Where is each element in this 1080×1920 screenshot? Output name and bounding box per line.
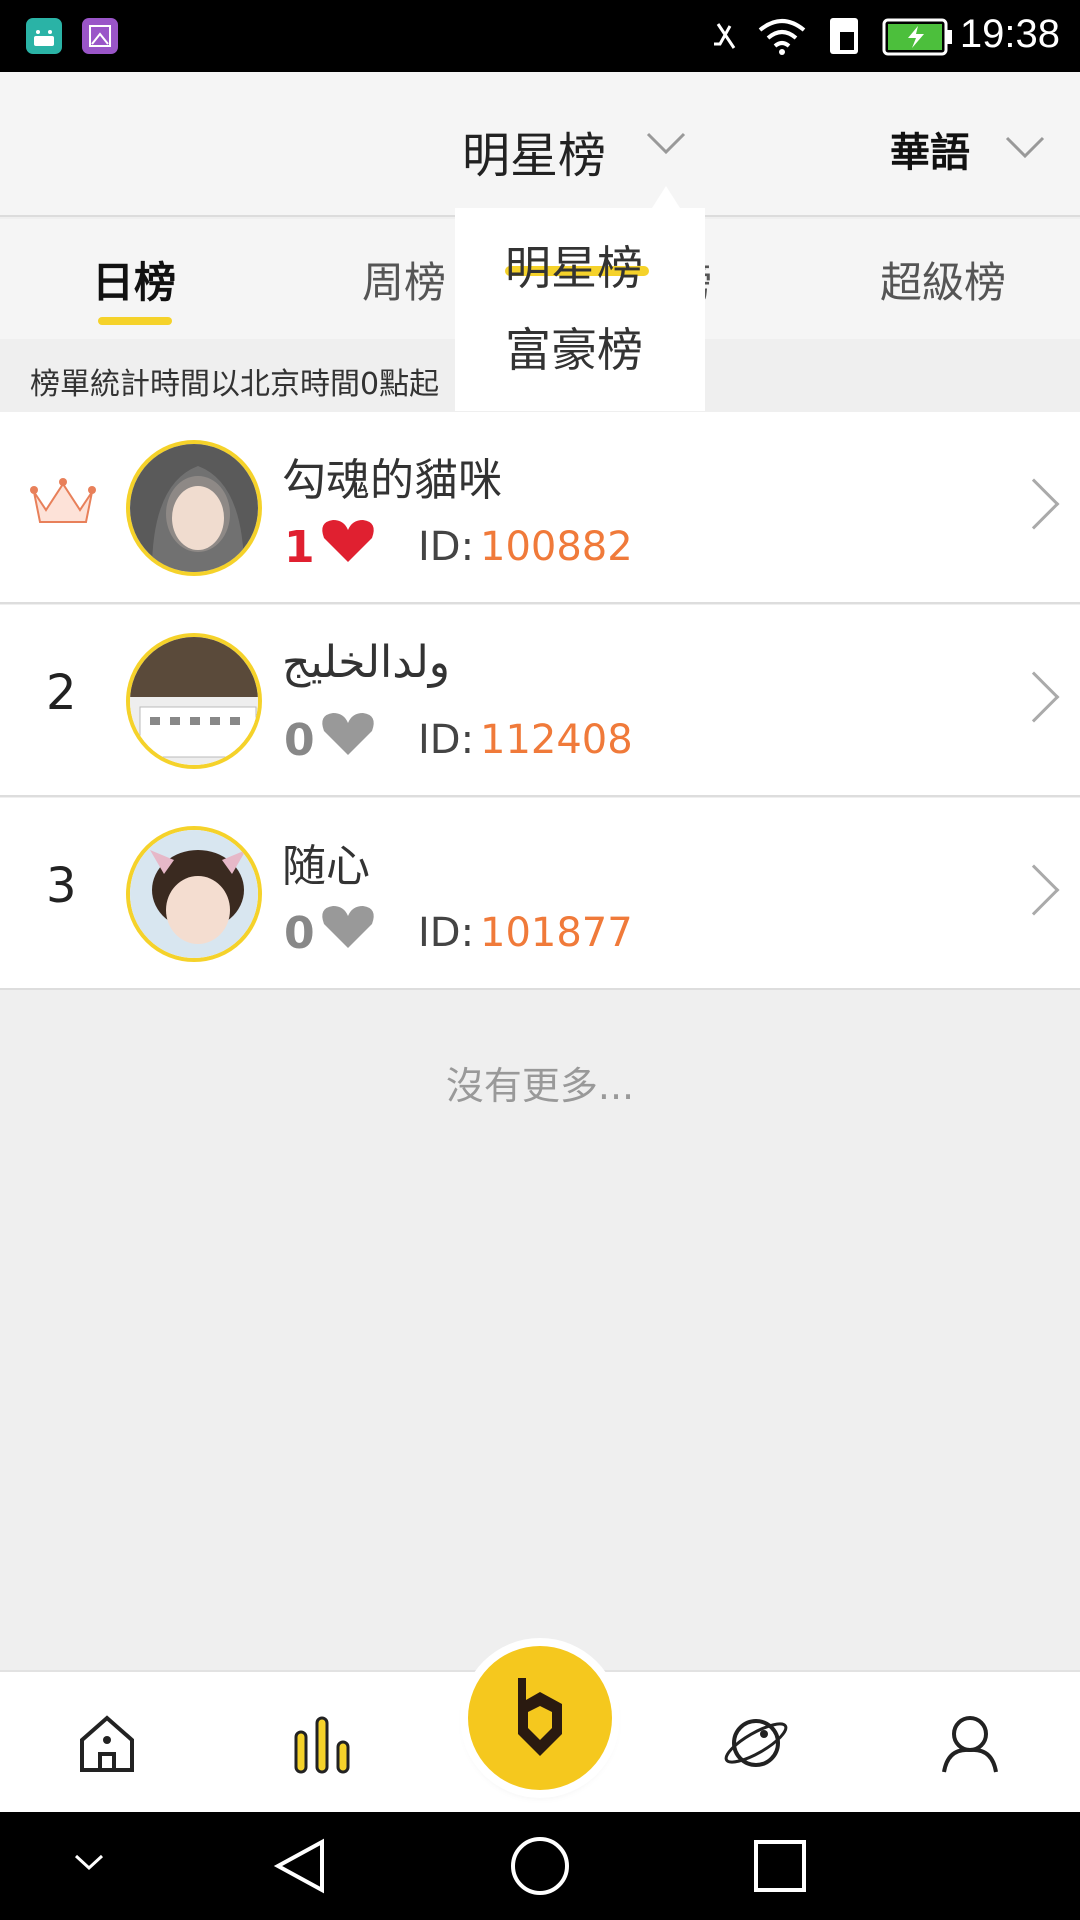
user-name: 随心 xyxy=(282,841,370,892)
tab-super[interactable]: 超級榜 xyxy=(880,249,1006,310)
back-icon[interactable] xyxy=(272,1836,328,1896)
ranking-type-dropdown: 明星榜 富豪榜 xyxy=(455,208,705,411)
live-center-icon xyxy=(518,1678,562,1756)
heart-icon xyxy=(322,906,374,948)
level-number: 1 xyxy=(284,522,315,573)
chevron-down-icon[interactable] xyxy=(645,130,687,156)
avatar[interactable] xyxy=(126,633,262,769)
clock: 19:38 xyxy=(959,12,1060,56)
avatar[interactable] xyxy=(126,440,262,576)
android-icon xyxy=(26,18,62,54)
tab-active-indicator xyxy=(98,317,172,325)
dropdown-item-rich[interactable]: 富豪榜 xyxy=(505,314,643,380)
recents-icon[interactable] xyxy=(752,1838,808,1894)
user-id: 112408 xyxy=(480,717,633,763)
chart-icon[interactable] xyxy=(290,1712,354,1774)
top-header: 明星榜 華語 xyxy=(0,72,1080,217)
chevron-right-icon[interactable] xyxy=(1008,864,1060,916)
no-more-text: 沒有更多... xyxy=(445,1064,635,1108)
level-number: 0 xyxy=(284,908,315,959)
hide-keyboard-icon[interactable] xyxy=(74,1852,104,1872)
home-icon[interactable] xyxy=(76,1712,138,1774)
rank-number: 2 xyxy=(46,665,77,721)
sim-icon xyxy=(830,18,858,54)
language-chevron-icon[interactable] xyxy=(1004,134,1046,160)
list-item[interactable]: 2 ولدالخليج 0 ID: 112408 xyxy=(0,605,1080,797)
mute-icon xyxy=(714,23,736,49)
tab-daily[interactable]: 日榜 xyxy=(92,249,176,310)
list-item[interactable]: 勾魂的貓咪 1 ID: 100882 xyxy=(0,412,1080,604)
user-id: 101877 xyxy=(480,910,633,956)
home-circle-icon[interactable] xyxy=(508,1834,572,1898)
level-number: 0 xyxy=(284,715,315,766)
notice-text: 榜單統計時間以北京時間0點起 xyxy=(30,367,440,402)
language-selector[interactable]: 華語 xyxy=(890,120,970,178)
dropdown-item-star[interactable]: 明星榜 xyxy=(505,232,643,298)
tab-weekly[interactable]: 周榜 xyxy=(362,249,446,310)
user-name: ولدالخليج xyxy=(282,637,451,688)
id-label: ID: xyxy=(418,524,475,570)
heart-icon xyxy=(322,713,374,755)
live-center-button[interactable] xyxy=(468,1646,612,1790)
dropdown-pointer xyxy=(652,186,680,208)
chevron-right-icon[interactable] xyxy=(1008,478,1060,530)
id-label: ID: xyxy=(418,717,475,763)
user-name: 勾魂的貓咪 xyxy=(282,455,502,506)
crown-icon xyxy=(30,478,96,523)
user-id: 100882 xyxy=(480,524,633,570)
rank-number: 3 xyxy=(46,858,77,914)
id-label: ID: xyxy=(418,910,475,956)
list-item[interactable]: 3 随心 0 ID: 101877 xyxy=(0,798,1080,990)
chevron-right-icon[interactable] xyxy=(1008,671,1060,723)
status-bar: 19:38 xyxy=(0,0,1080,72)
profile-icon[interactable] xyxy=(940,1712,1000,1774)
page-title[interactable]: 明星榜 xyxy=(462,116,606,186)
system-nav-bar xyxy=(0,1812,1080,1920)
heart-icon xyxy=(322,520,374,562)
battery-charging-icon xyxy=(882,18,952,56)
wifi-icon xyxy=(758,19,806,55)
planet-icon[interactable] xyxy=(724,1712,788,1774)
gallery-icon xyxy=(82,18,118,54)
avatar[interactable] xyxy=(126,826,262,962)
